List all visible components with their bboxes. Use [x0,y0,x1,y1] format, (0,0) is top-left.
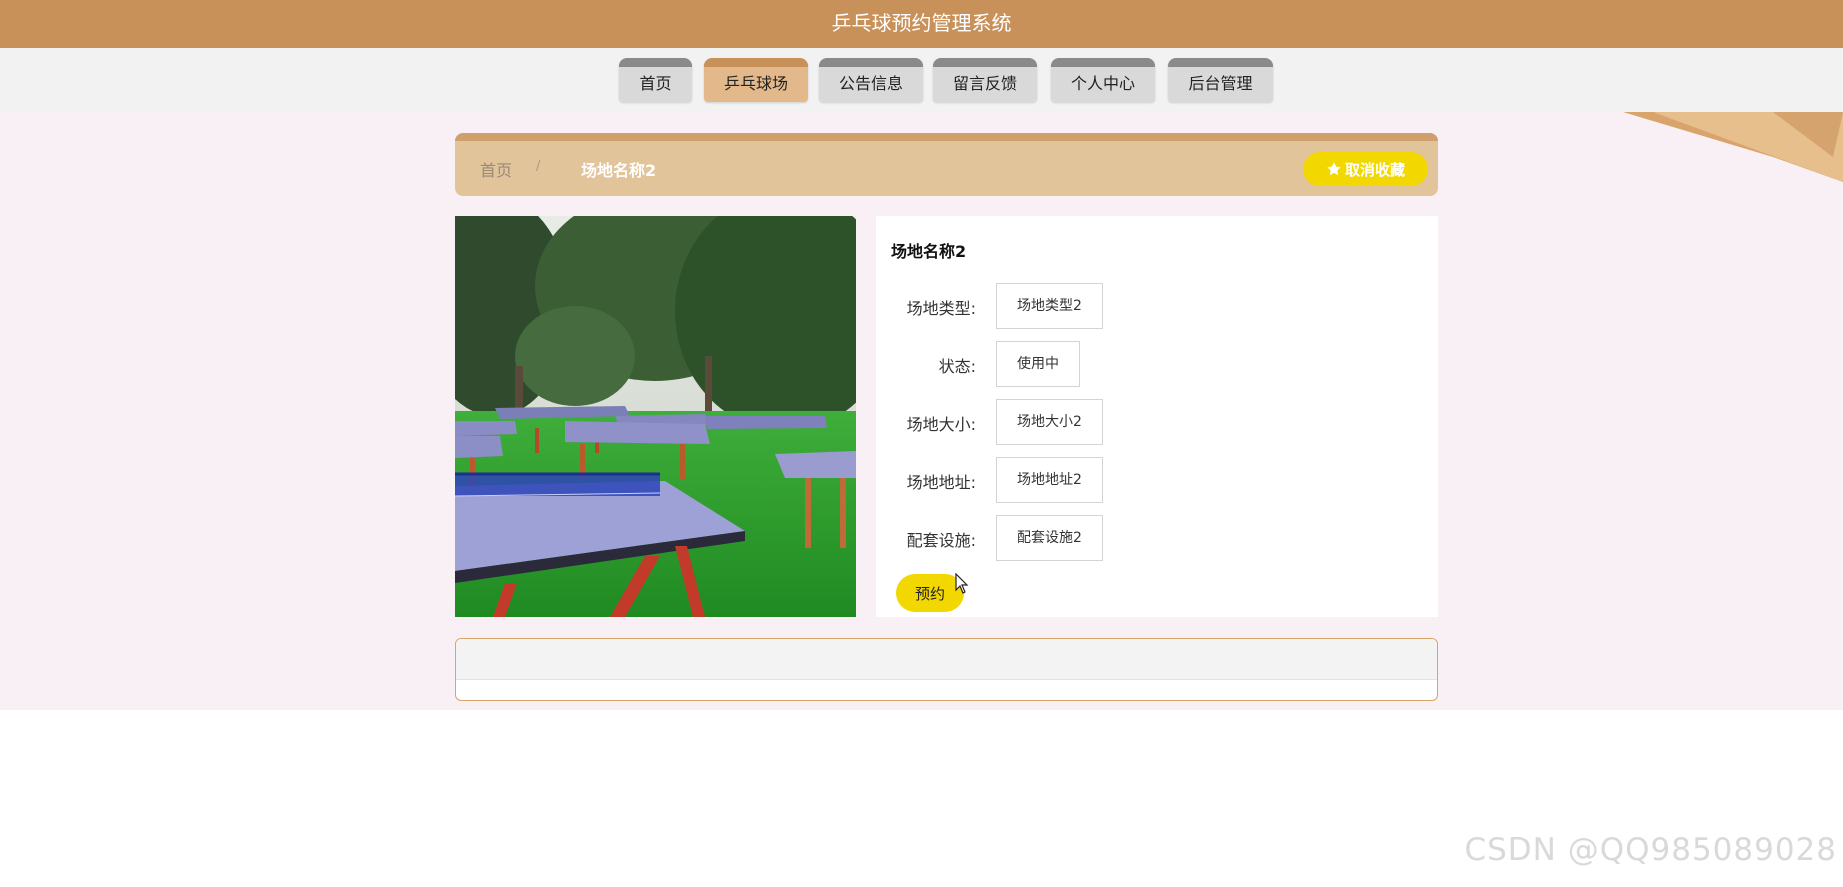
star-icon [1327,162,1341,176]
field-label-size: 场地大小: [906,415,976,434]
main-nav: 首页 乒乓球场 公告信息 留言反馈 个人中心 后台管理 [0,48,1843,112]
nav-item-home[interactable]: 首页 [619,58,692,102]
breadcrumb-separator: / [536,159,541,174]
court-photo [455,216,856,617]
nav-item-admin[interactable]: 后台管理 [1168,58,1273,102]
book-button[interactable]: 预约 [896,574,964,612]
nav-item-courts[interactable]: 乒乓球场 [704,58,808,102]
breadcrumb-current: 场地名称2 [581,161,657,180]
breadcrumb-home-link[interactable]: 首页 [480,157,512,181]
unfavorite-label: 取消收藏 [1344,161,1405,179]
field-value-type: 场地类型2 [996,283,1103,329]
field-value-facilities: 配套设施2 [996,515,1103,561]
app-header: 乒乓球预约管理系统 [0,0,1843,48]
field-label-facilities: 配套设施: [906,531,976,550]
field-label-address: 场地地址: [906,473,976,492]
field-label-type: 场地类型: [906,299,976,318]
comment-header [456,639,1437,680]
court-detail-panel: 场地名称2 场地类型: 场地类型2 状态: 使用中 场地大小: 场地大小2 场地… [876,216,1438,617]
nav-item-profile[interactable]: 个人中心 [1051,58,1155,102]
field-value-status: 使用中 [996,341,1080,387]
comment-section [455,638,1438,701]
nav-item-feedback[interactable]: 留言反馈 [933,58,1037,102]
app-title: 乒乓球预约管理系统 [831,11,1012,35]
corner-decoration [1623,112,1843,182]
field-label-status: 状态: [938,357,976,376]
field-value-size: 场地大小2 [996,399,1103,445]
breadcrumb: 首页 / 场地名称2 取消收藏 [455,133,1438,196]
court-name: 场地名称2 [891,242,967,261]
court-image [455,216,856,617]
field-value-address: 场地地址2 [996,457,1103,503]
unfavorite-button[interactable]: 取消收藏 [1303,152,1428,186]
mouse-cursor-icon [955,573,969,594]
nav-item-notices[interactable]: 公告信息 [819,58,923,102]
watermark: CSDN @QQ985089028 [1464,832,1837,868]
